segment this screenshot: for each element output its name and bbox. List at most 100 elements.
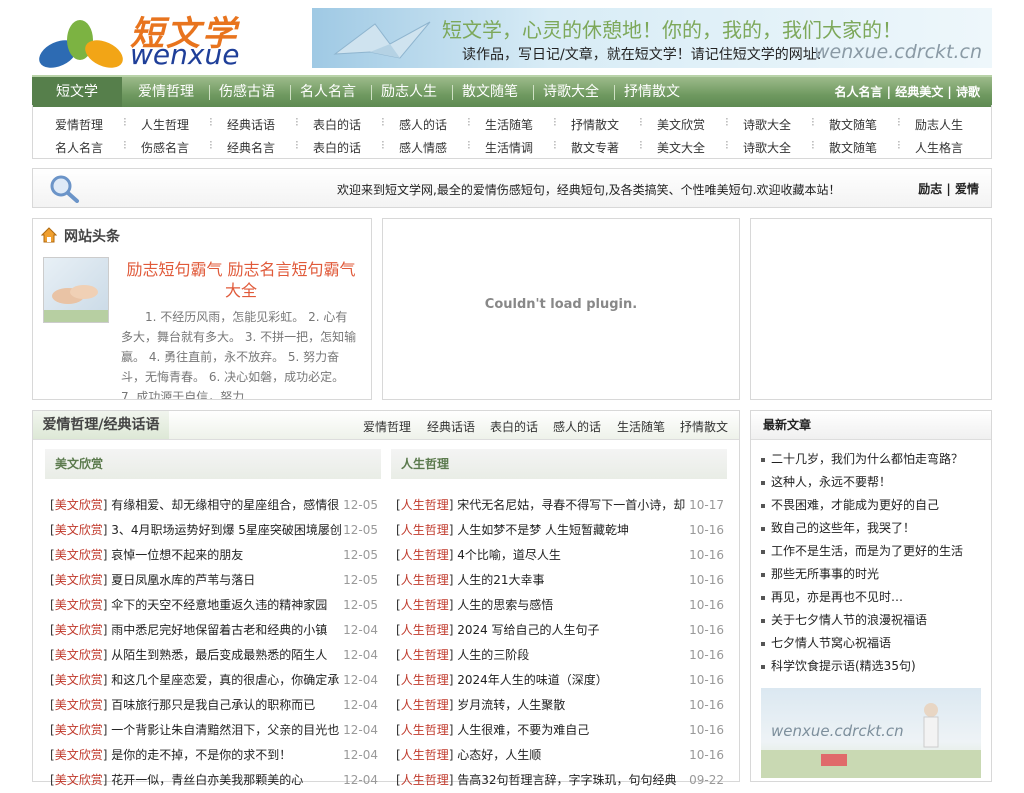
list-item-title[interactable]: 哀悼一位想不起来的朋友 [111,543,341,568]
list-item-category[interactable]: 人生哲理 [401,723,449,737]
list-item-title[interactable]: 有缘相爱、却无缘相守的星座组合，感情很 [111,493,341,518]
latest-article-link[interactable]: 这种人，永远不要帮！ [761,473,891,490]
list-item-title[interactable]: 一个背影让朱自清黯然泪下，父亲的目光也 [111,718,341,743]
latest-article-link[interactable]: 关于七夕情人节的浪漫祝福语 [761,611,927,628]
list-item[interactable]: [人生哲理] 2024年人生的味道（深度） 10-16 [396,668,724,693]
list-item-category[interactable]: 美文欣赏 [55,548,103,562]
subnav-item[interactable]: 感人的话 [399,116,447,133]
list-item-title[interactable]: 心态好，人生顺 [457,743,687,768]
nav-right-poetry[interactable]: 诗歌 [956,85,980,99]
latest-article-link[interactable]: 那些无所事事的时光 [761,565,879,582]
list-item[interactable]: [美文欣赏] 雨中悉尼完好地保留着古老和经典的小镇 12-04 [50,618,378,643]
list-item[interactable]: [人生哲理] 人生的思索与感悟 10-16 [396,593,724,618]
list-item-title[interactable]: 3、4月职场运势好到爆 5星座突破困境屡创 [111,518,341,543]
list-item[interactable]: [美文欣赏] 从陌生到熟悉，最后变成最熟悉的陌生人 12-04 [50,643,378,668]
list-item-title[interactable]: 4个比喻，道尽人生 [457,543,687,568]
list-item-category[interactable]: 美文欣赏 [55,498,103,512]
list-item-category[interactable]: 人生哲理 [401,548,449,562]
subnav-item[interactable]: 爱情哲理 [55,116,103,133]
nav-item-inspire[interactable]: 励志人生 [381,77,437,107]
latest-article-link[interactable]: 工作不是生活，而是为了更好的生活 [761,542,963,559]
nav-right-quotes[interactable]: 名人名言 [834,85,882,99]
list-item[interactable]: [人生哲理] 告高32句哲理言辞，字字珠玑，句句经典 09-22 [396,768,724,793]
latest-article-link[interactable]: 二十几岁，我们为什么都怕走弯路？ [761,450,963,467]
header-banner[interactable]: 短文学，心灵的休憩地！你的，我的，我们大家的！ 读作品，写日记/文章，就在短文学… [312,8,992,68]
search-icon[interactable] [47,173,81,203]
column-header[interactable]: 美文欣赏 [45,449,381,479]
list-item-category[interactable]: 人生哲理 [401,623,449,637]
list-item-title[interactable]: 人生的三阶段 [457,643,687,668]
section-link-touching[interactable]: 感人的话 [553,418,601,435]
subnav-item[interactable]: 表白的话 [313,116,361,133]
subnav-item[interactable]: 生活随笔 [485,116,533,133]
list-item[interactable]: [美文欣赏] 伞下的天空不经意地重返久违的精神家园 12-05 [50,593,378,618]
column-header[interactable]: 人生哲理 [391,449,727,479]
list-item-category[interactable]: 美文欣赏 [55,773,103,787]
nav-item-poetry[interactable]: 诗歌大全 [543,77,599,107]
list-item[interactable]: [美文欣赏] 花开一似，青丝白亦美我那颗美的心 12-04 [50,768,378,793]
promo-image[interactable]: wenxue.cdrckt.cn [761,688,981,778]
list-item-category[interactable]: 美文欣赏 [55,598,103,612]
list-item-title[interactable]: 夏日凤凰水库的芦苇与落日 [111,568,341,593]
section-link-life[interactable]: 生活随笔 [617,418,665,435]
list-item[interactable]: [美文欣赏] 是你的走不掉，不是你的求不到！ 12-04 [50,743,378,768]
subnav-item[interactable]: 人生哲理 [141,116,189,133]
latest-article-link[interactable]: 再见，亦是再也不见时… [761,588,903,605]
list-item-title[interactable]: 2024年人生的味道（深度） [457,668,687,693]
list-item[interactable]: [人生哲理] 人生如梦不是梦 人生短暂藏乾坤 10-16 [396,518,724,543]
list-item-category[interactable]: 人生哲理 [401,498,449,512]
list-item-category[interactable]: 人生哲理 [401,598,449,612]
subnav-item[interactable]: 表白的话 [313,139,361,156]
list-item-category[interactable]: 人生哲理 [401,773,449,787]
headline-thumbnail[interactable] [43,257,109,323]
list-item-title[interactable]: 人生很难，不要为难自己 [457,718,687,743]
list-item-category[interactable]: 美文欣赏 [55,648,103,662]
subnav-item[interactable]: 美文欣赏 [657,116,705,133]
subnav-item[interactable]: 抒情散文 [571,116,619,133]
list-item[interactable]: [人生哲理] 2024 写给自己的人生句子 10-16 [396,618,724,643]
latest-article-link[interactable]: 七夕情人节窝心祝福语 [761,634,891,651]
list-item[interactable]: [美文欣赏] 哀悼一位想不起来的朋友 12-05 [50,543,378,568]
list-item-category[interactable]: 人生哲理 [401,573,449,587]
list-item-title[interactable]: 宋代无名尼姑，寻春不得写下一首小诗，却 [457,493,687,518]
list-item-category[interactable]: 美文欣赏 [55,523,103,537]
list-item[interactable]: [美文欣赏] 一个背影让朱自清黯然泪下，父亲的目光也 12-04 [50,718,378,743]
subnav-item[interactable]: 生活情调 [485,139,533,156]
list-item-title[interactable]: 百味旅行那只是我自己承认的职称而已 [111,693,341,718]
list-item[interactable]: [美文欣赏] 和这几个星座恋爱，真的很虐心，你确定承 12-04 [50,668,378,693]
subnav-item[interactable]: 经典名言 [227,139,275,156]
list-item-title[interactable]: 2024 写给自己的人生句子 [457,618,687,643]
section-link-classic[interactable]: 经典话语 [427,418,475,435]
list-item-category[interactable]: 人生哲理 [401,748,449,762]
latest-article-link[interactable]: 不畏困难，才能成为更好的自己 [761,496,939,513]
list-item[interactable]: [人生哲理] 宋代无名尼姑，寻春不得写下一首小诗，却 10-17 [396,493,724,518]
list-item[interactable]: [人生哲理] 人生的三阶段 10-16 [396,643,724,668]
latest-article-link[interactable]: 科学饮食提示语(精选35句) [761,657,916,674]
subnav-item[interactable]: 人生格言 [915,139,963,156]
list-item-title[interactable]: 人生如梦不是梦 人生短暂藏乾坤 [457,518,687,543]
list-item[interactable]: [人生哲理] 人生很难，不要为难自己 10-16 [396,718,724,743]
site-logo[interactable]: 短文学 wenxue [36,8,251,71]
list-item-title[interactable]: 伞下的天空不经意地重返久违的精神家园 [111,593,341,618]
nav-item-love[interactable]: 爱情哲理 [138,77,194,107]
list-item-category[interactable]: 美文欣赏 [55,673,103,687]
tag-inspire[interactable]: 励志 [918,182,942,196]
nav-item-essay[interactable]: 散文随笔 [462,77,518,107]
list-item[interactable]: [人生哲理] 4个比喻，道尽人生 10-16 [396,543,724,568]
list-item-title[interactable]: 雨中悉尼完好地保留着古老和经典的小镇 [111,618,341,643]
section-link-love[interactable]: 爱情哲理 [363,418,411,435]
list-item-category[interactable]: 人生哲理 [401,648,449,662]
list-item[interactable]: [美文欣赏] 3、4月职场运势好到爆 5星座突破困境屡创 12-05 [50,518,378,543]
nav-home[interactable]: 短文学 [32,77,122,107]
nav-right-classic[interactable]: 经典美文 [895,85,943,99]
list-item-title[interactable]: 花开一似，青丝白亦美我那颗美的心 [111,768,341,793]
list-item-title[interactable]: 人生的21大幸事 [457,568,687,593]
list-item-title[interactable]: 人生的思索与感悟 [457,593,687,618]
list-item[interactable]: [美文欣赏] 有缘相爱、却无缘相守的星座组合，感情很 12-05 [50,493,378,518]
list-item-category[interactable]: 美文欣赏 [55,723,103,737]
subnav-item[interactable]: 散文专著 [571,139,619,156]
nav-item-lyric[interactable]: 抒情散文 [624,77,680,107]
list-item[interactable]: [美文欣赏] 夏日凤凰水库的芦苇与落日 12-05 [50,568,378,593]
subnav-item[interactable]: 名人名言 [55,139,103,156]
subnav-item[interactable]: 美文大全 [657,139,705,156]
